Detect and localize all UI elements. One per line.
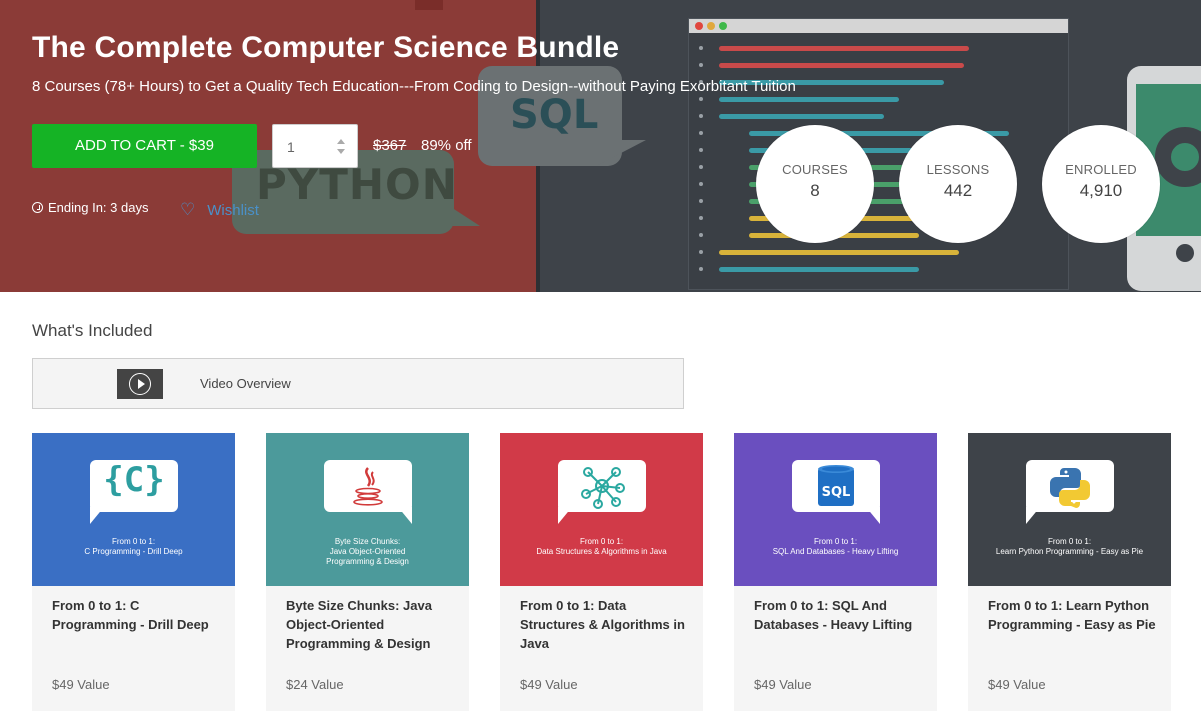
add-to-cart-button[interactable]: ADD TO CART - $39: [32, 124, 257, 168]
quantity-value: 1: [287, 139, 295, 155]
sql-database-icon: SQL: [818, 465, 854, 506]
stat-enrolled: ENROLLED 4,910: [1042, 125, 1160, 243]
course-thumbnail: From 0 to 1: Learn Python Programming - …: [968, 433, 1171, 586]
play-button[interactable]: [117, 369, 163, 399]
section-title: What's Included: [32, 321, 153, 340]
sale-ending: Ending In: 3 days: [32, 200, 148, 215]
stat-courses: COURSES 8: [756, 125, 874, 243]
phone-button: [1176, 244, 1194, 262]
course-title: From 0 to 1: Data Structures & Algorithm…: [520, 598, 685, 651]
course-title: From 0 to 1: C Programming - Drill Deep: [52, 598, 209, 632]
thumbnail-caption: From 0 to 1: Data Structures & Algorithm…: [536, 537, 667, 556]
course-thumbnail: SQL From 0 to 1: SQL And Databases - Hea…: [734, 433, 937, 586]
ending-text: Ending In: 3 days: [48, 200, 149, 215]
svg-text:SQL: SQL: [822, 485, 851, 500]
discount-label: 89% off: [421, 137, 472, 154]
hero-banner: SQL PYTHON The Complete Computer Science…: [0, 0, 1201, 292]
stat-lessons: LESSONS 442: [899, 125, 1017, 243]
video-overview-button[interactable]: Video Overview: [32, 358, 684, 409]
java-icon: [353, 467, 383, 506]
thumbnail-caption: From 0 to 1: Learn Python Programming - …: [995, 537, 1144, 556]
stat-label: ENROLLED: [1065, 162, 1137, 177]
course-card[interactable]: Byte Size Chunks: Java Object-Oriented P…: [266, 433, 469, 711]
code-editor-illustration: [688, 18, 1069, 290]
clock-icon: [32, 202, 43, 213]
wishlist-label: Wishlist: [207, 201, 259, 219]
course-title: Byte Size Chunks: Java Object-Oriented P…: [286, 598, 432, 651]
thumbnail-caption: From 0 to 1: C Programming - Drill Deep: [84, 537, 183, 556]
course-thumbnail: Byte Size Chunks: Java Object-Oriented P…: [266, 433, 469, 586]
course-card[interactable]: SQL From 0 to 1: SQL And Databases - Hea…: [734, 433, 937, 711]
original-price: $367: [373, 137, 407, 154]
course-thumbnail: {C} From 0 to 1: C Programming - Drill D…: [32, 433, 235, 586]
course-value: $49 Value: [520, 677, 578, 692]
increment-arrow-icon[interactable]: [337, 139, 345, 144]
course-title: From 0 to 1: SQL And Databases - Heavy L…: [754, 598, 913, 632]
page-subtitle: 8 Courses (78+ Hours) to Get a Quality T…: [32, 78, 796, 95]
course-value: $49 Value: [754, 677, 812, 692]
page-title: The Complete Computer Science Bundle: [32, 31, 620, 64]
heart-icon: ♡: [180, 200, 196, 219]
video-overview-label: Video Overview: [200, 376, 291, 391]
stat-label: LESSONS: [926, 162, 990, 177]
course-title: From 0 to 1: Learn Python Programming - …: [988, 598, 1156, 632]
course-card[interactable]: From 0 to 1: Learn Python Programming - …: [968, 433, 1171, 711]
decorative-arrow: [415, 0, 443, 10]
course-card[interactable]: From 0 to 1: Data Structures & Algorithm…: [500, 433, 703, 711]
course-thumbnail: From 0 to 1: Data Structures & Algorithm…: [500, 433, 703, 586]
stat-label: COURSES: [782, 162, 848, 177]
stat-value: 8: [810, 181, 820, 200]
python-icon: [1050, 468, 1090, 508]
course-card[interactable]: {C} From 0 to 1: C Programming - Drill D…: [32, 433, 235, 711]
course-value: $24 Value: [286, 677, 344, 692]
quantity-stepper[interactable]: 1: [272, 124, 358, 168]
play-icon: [129, 373, 151, 395]
thumbnail-caption: From 0 to 1: SQL And Databases - Heavy L…: [772, 537, 899, 556]
decrement-arrow-icon[interactable]: [337, 149, 345, 154]
stat-value: 4,910: [1079, 181, 1123, 200]
network-graph-icon: [581, 467, 625, 509]
course-value: $49 Value: [52, 677, 110, 692]
thumbnail-caption: Byte Size Chunks: Java Object-Oriented P…: [326, 537, 409, 566]
c-language-icon: {C}: [103, 460, 165, 500]
stat-value: 442: [943, 181, 973, 200]
course-value: $49 Value: [988, 677, 1046, 692]
wishlist-link[interactable]: ♡ Wishlist: [180, 200, 259, 220]
sql-bubble-text: SQL: [510, 92, 599, 138]
